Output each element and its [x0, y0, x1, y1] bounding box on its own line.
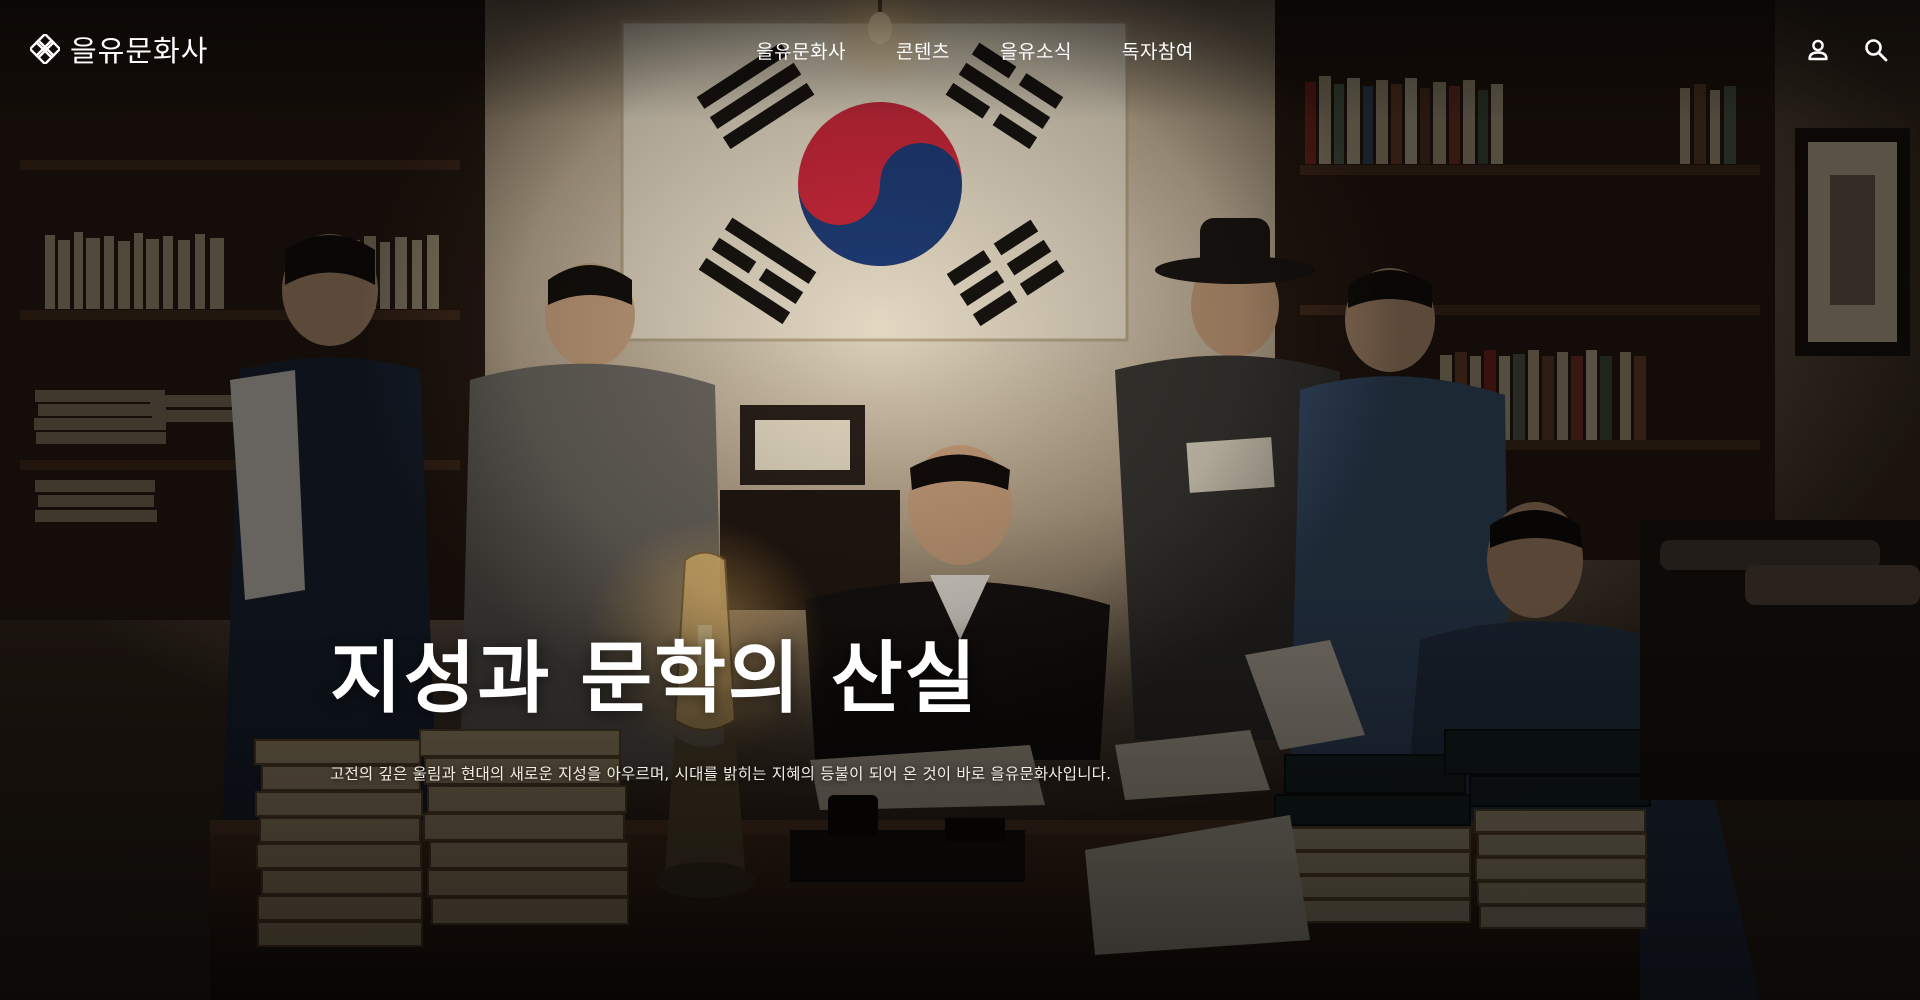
- hero-description: 고전의 깊은 울림과 현대의 새로운 지성을 아우르며, 시대를 밝히는 지혜의…: [330, 765, 1112, 783]
- nav-item-eulyoo[interactable]: 을유문화사: [756, 37, 846, 64]
- logo-link[interactable]: 을유문화사: [30, 28, 208, 70]
- search-icon: [1865, 39, 1888, 62]
- nav-item-reader[interactable]: 독자참여: [1122, 37, 1194, 64]
- hero-title: 지성과 문학의 산실: [330, 633, 979, 724]
- nav-item-news[interactable]: 을유소식: [1000, 37, 1072, 64]
- diamond-knot-icon: [30, 34, 60, 64]
- hero-section: [0, 0, 1920, 1000]
- search-button[interactable]: [1862, 36, 1890, 64]
- brand-name: 을유문화사: [70, 34, 209, 68]
- hero-copy: 지성과 문학의 산실 고전의 깊은 울림과 현대의 새로운 지성을 아우르며, …: [330, 640, 1111, 784]
- nav-item-contents[interactable]: 콘텐츠: [896, 37, 950, 64]
- site-header: 을유문화사 을유문화사 콘텐츠 을유소식 독자참여: [0, 0, 1920, 100]
- main-navigation: 을유문화사 콘텐츠 을유소식 독자참여: [0, 37, 1920, 64]
- utility-menu: [1804, 36, 1890, 64]
- account-button[interactable]: [1804, 36, 1832, 64]
- user-icon: [1808, 39, 1828, 61]
- hero-overlay: [0, 0, 1920, 1000]
